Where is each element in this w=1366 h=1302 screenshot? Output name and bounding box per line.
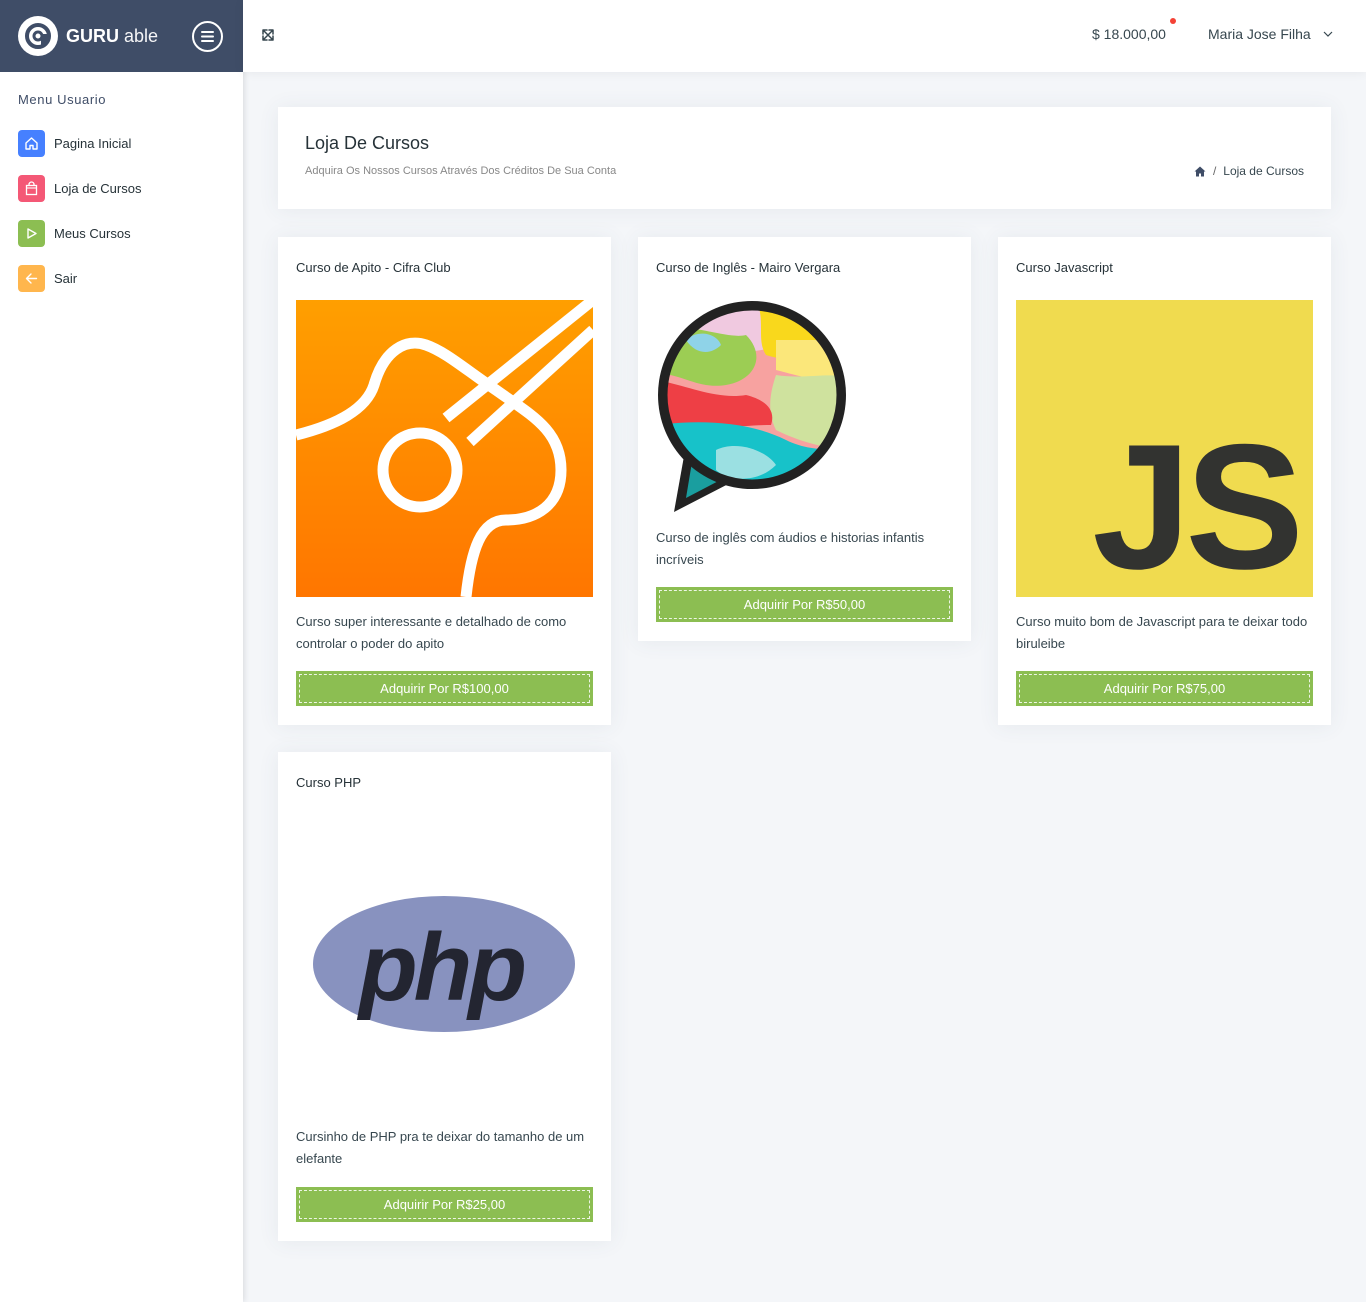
- sidebar-item-label: Meus Cursos: [54, 226, 131, 241]
- sidebar-item-meus-cursos[interactable]: Meus Cursos: [0, 211, 243, 256]
- menu-caption: Menu Usuario: [18, 92, 107, 107]
- course-description: Curso super interessante e detalhado de …: [296, 614, 567, 651]
- user-name: Maria Jose Filha: [1208, 26, 1311, 42]
- course-card: Curso de Inglês - Mairo Vergara Curso de…: [638, 237, 971, 641]
- sidebar-item-label: Loja de Cursos: [54, 181, 142, 196]
- course-description: Curso de inglês com áudios e historias i…: [656, 530, 925, 567]
- home-icon: [18, 130, 45, 157]
- brand-light: able: [124, 25, 159, 46]
- user-menu[interactable]: Maria Jose Filha: [1208, 26, 1333, 42]
- course-card: Curso PHP php Cursinho de PHP pra te dei…: [278, 752, 611, 1241]
- page-title: Loja De Cursos: [305, 133, 430, 153]
- buy-button-label: Adquirir Por R$100,00: [380, 681, 509, 696]
- javascript-logo-text: JS: [1092, 407, 1298, 597]
- course-card: Curso de Apito - Cifra Club Curso super …: [278, 237, 611, 725]
- shopping-bag-icon: [18, 175, 45, 202]
- breadcrumb-separator: /: [1212, 164, 1217, 178]
- sidebar-item-loja-de-cursos[interactable]: Loja de Cursos: [0, 166, 243, 211]
- brand-strong: GURU: [66, 25, 119, 46]
- buy-course-button[interactable]: Adquirir Por R$75,00: [1016, 671, 1313, 706]
- buy-course-button[interactable]: Adquirir Por R$50,00: [656, 587, 953, 622]
- breadcrumb: / Loja de Cursos: [1194, 164, 1304, 178]
- top-header: $ 18.000,00 Maria Jose Filha: [243, 0, 1366, 72]
- sidebar-item-label: Sair: [54, 271, 78, 286]
- course-image: [656, 300, 953, 520]
- brand-bar: GURU able: [0, 0, 243, 72]
- chevron-down-icon: [1323, 31, 1333, 37]
- page-subtitle: Adquira Os Nossos Cursos Através Dos Cré…: [305, 165, 617, 177]
- php-logo: php: [313, 896, 575, 1032]
- breadcrumb-current[interactable]: Loja de Cursos: [1223, 164, 1304, 178]
- buy-course-button[interactable]: Adquirir Por R$100,00: [296, 671, 593, 706]
- course-description: Cursinho de PHP pra te deixar do tamanho…: [296, 1129, 585, 1166]
- buy-course-button[interactable]: Adquirir Por R$25,00: [296, 1187, 593, 1222]
- course-image: [294, 295, 597, 598]
- buy-button-label: Adquirir Por R$25,00: [383, 1197, 506, 1212]
- buy-button-label: Adquirir Por R$50,00: [743, 597, 866, 612]
- logo-icon: [25, 23, 51, 49]
- account-balance[interactable]: $ 18.000,00: [1092, 26, 1166, 42]
- fullscreen-icon[interactable]: [260, 27, 276, 43]
- speech-bubble-world-map: [658, 301, 846, 512]
- course-title: Curso PHP: [296, 775, 362, 790]
- sidebar-item-pagina-inicial[interactable]: Pagina Inicial: [0, 121, 243, 166]
- hamburger-icon: [201, 31, 214, 42]
- notification-dot: [1170, 18, 1176, 24]
- brand-name: GURU able: [66, 26, 158, 47]
- course-title: Curso de Apito - Cifra Club: [296, 260, 451, 275]
- sidebar: GURU able Menu Usuario Pagina Inicial Lo…: [0, 0, 243, 1302]
- course-title: Curso de Inglês - Mairo Vergara: [656, 260, 841, 275]
- play-icon: [18, 220, 45, 247]
- course-card: Curso Javascript JS Curso muito bom de J…: [998, 237, 1331, 725]
- guitar-icon: [294, 295, 597, 598]
- javascript-logo: JS: [1092, 407, 1304, 606]
- page-header: Loja De Cursos Adquira Os Nossos Cursos …: [278, 107, 1331, 209]
- course-image: JS: [1016, 300, 1313, 606]
- arrow-left-icon: [18, 265, 45, 292]
- course-image: php: [296, 815, 593, 1112]
- sidebar-item-label: Pagina Inicial: [54, 136, 132, 151]
- course-title: Curso Javascript: [1016, 260, 1113, 275]
- php-logo-text: php: [356, 914, 524, 1021]
- sidebar-item-sair[interactable]: Sair: [0, 256, 243, 301]
- home-icon[interactable]: [1194, 166, 1206, 177]
- buy-button-label: Adquirir Por R$75,00: [1103, 681, 1226, 696]
- menu-toggle-button[interactable]: [192, 21, 223, 52]
- course-description: Curso muito bom de Javascript para te de…: [1016, 614, 1308, 651]
- brand-logo[interactable]: [18, 16, 58, 56]
